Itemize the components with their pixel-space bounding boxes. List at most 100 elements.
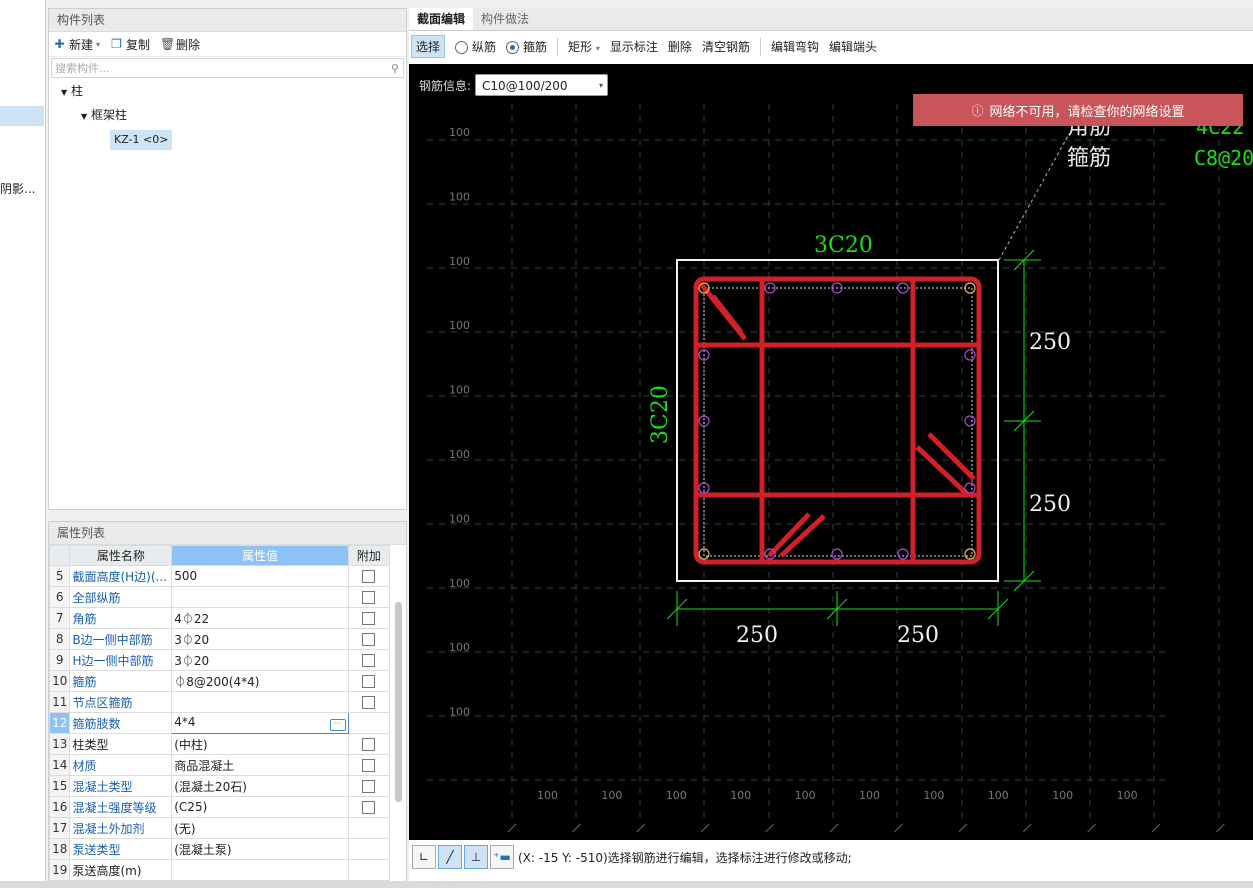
shape-dropdown[interactable]: 矩形 ▾ — [568, 38, 600, 55]
property-value[interactable]: ⏀8@200(4*4) — [171, 670, 349, 692]
attach-checkbox[interactable] — [362, 591, 376, 604]
property-row[interactable]: 19 泵送高度(m) — [48, 859, 391, 881]
property-extra-cell[interactable] — [347, 775, 391, 797]
section-drawing[interactable]: 100 100 100 100 100 100 100 100 100 100 100 100 100 1… — [409, 64, 1253, 840]
property-value[interactable]: 4⏀22 — [171, 607, 349, 629]
property-value[interactable]: 商品混凝土 — [171, 754, 349, 776]
tree-node-column[interactable]: ▼ 柱 — [49, 79, 406, 103]
collapse-arrow-icon[interactable]: ▼ — [81, 112, 87, 121]
line-mode-icon[interactable]: ╱ — [438, 845, 462, 869]
property-row[interactable]: 6 全部纵筋 — [48, 586, 391, 608]
property-row[interactable]: 13 柱类型 (中柱) — [48, 733, 391, 755]
property-row[interactable]: 7 角筋 4⏀22 — [48, 607, 391, 629]
attach-checkbox[interactable] — [362, 654, 376, 667]
property-row[interactable]: 12 箍筋肢数 4*4 ··· — [48, 712, 391, 734]
property-row[interactable]: 11 节点区箍筋 — [48, 691, 391, 713]
property-extra-cell[interactable] — [347, 565, 391, 587]
corner-rebar[interactable] — [964, 548, 976, 560]
property-value[interactable]: (混凝土泵) — [171, 838, 349, 860]
dim-right-bottom[interactable]: 250 — [1029, 492, 1071, 517]
property-extra-cell[interactable] — [347, 607, 391, 629]
left-strip-selected-item[interactable] — [0, 106, 44, 126]
hook-right[interactable] — [927, 432, 976, 481]
add-point-icon[interactable]: ⁺▬ — [490, 845, 514, 869]
attach-checkbox[interactable] — [362, 612, 376, 625]
property-extra-cell[interactable] — [347, 691, 391, 713]
middle-rebar[interactable] — [964, 349, 976, 361]
middle-rebar[interactable] — [964, 415, 976, 427]
tree-node-kz1-label[interactable]: KZ-1 <0> — [110, 130, 173, 150]
rebar-info-select[interactable]: C10@100/200 ▾ — [475, 74, 609, 96]
copy-button[interactable]: ❐ 复制 — [110, 36, 150, 53]
property-row[interactable]: 17 混凝土外加剂 (无) — [48, 817, 391, 839]
property-row[interactable]: 9 H边一侧中部筋 3⏀20 — [48, 649, 391, 671]
attach-checkbox[interactable] — [362, 675, 376, 688]
stirrup-radio[interactable]: 箍筋 — [506, 38, 547, 55]
perpendicular-mode-icon[interactable]: ⊥ — [464, 845, 488, 869]
property-value[interactable]: (混凝土20石) — [171, 775, 349, 797]
property-extra-cell[interactable] — [347, 733, 391, 755]
property-value[interactable]: (C25) — [171, 796, 349, 818]
longitudinal-radio[interactable]: 纵筋 — [455, 38, 496, 55]
top-rebar-label[interactable]: 3C20 — [814, 233, 873, 258]
left-strip-item-text[interactable]: 阴影... — [0, 180, 35, 197]
property-row[interactable]: 18 泵送类型 (混凝土泵) — [48, 838, 391, 860]
search-icon[interactable]: ⚲ — [391, 62, 403, 75]
property-extra-cell[interactable] — [347, 670, 391, 692]
property-value[interactable] — [171, 691, 349, 713]
section-drawing-canvas[interactable]: 100 100 100 100 100 100 100 100 100 100 100 100 100 1… — [409, 64, 1253, 840]
clear-rebar-button[interactable]: 清空钢筋 — [702, 38, 750, 55]
middle-rebar[interactable] — [964, 482, 976, 494]
hook-right-2[interactable] — [915, 445, 969, 496]
dim-bottom-right[interactable]: 250 — [897, 623, 939, 648]
attach-checkbox[interactable] — [362, 696, 376, 709]
property-extra-cell[interactable] — [347, 628, 391, 650]
property-row[interactable]: 16 混凝土强度等级 (C25) — [48, 796, 391, 818]
orthogonal-mode-icon[interactable]: ∟ — [412, 845, 436, 869]
select-button[interactable]: 选择 — [411, 35, 446, 58]
property-value[interactable] — [171, 586, 349, 608]
attach-checkbox[interactable] — [362, 759, 376, 772]
search-input[interactable]: 搜索构件... ⚲ — [51, 58, 404, 78]
show-dims-button[interactable]: 显示标注 — [610, 38, 658, 55]
property-scrollbar[interactable] — [395, 602, 402, 802]
property-value[interactable]: (中柱) — [171, 733, 349, 755]
delete-rebar-button[interactable]: 删除 — [668, 38, 692, 55]
dim-right-top[interactable]: 250 — [1029, 330, 1071, 355]
attach-checkbox[interactable] — [362, 570, 376, 583]
property-value[interactable]: 3⏀20 — [171, 649, 349, 671]
property-value[interactable]: 3⏀20 — [171, 628, 349, 650]
property-extra-cell[interactable] — [347, 754, 391, 776]
delete-button[interactable]: 🗑 删除 — [160, 36, 200, 53]
attach-checkbox[interactable] — [362, 801, 376, 814]
stirrups[interactable] — [693, 276, 982, 565]
property-row[interactable]: 8 B边一侧中部筋 3⏀20 — [48, 628, 391, 650]
property-value-input[interactable]: 4*4 ··· — [171, 712, 349, 734]
property-row[interactable]: 5 截面高度(H边)(... 500 — [48, 565, 391, 587]
tab-section-edit[interactable]: 截面编辑 — [409, 8, 474, 30]
middle-rebar[interactable] — [897, 282, 909, 294]
property-extra-cell[interactable] — [347, 796, 391, 818]
rebar-points[interactable] — [698, 282, 976, 560]
more-options-icon[interactable]: ··· — [329, 719, 346, 731]
property-extra-cell[interactable] — [347, 586, 391, 608]
property-row[interactable]: 14 材质 商品混凝土 — [48, 754, 391, 776]
property-value[interactable]: (无) — [171, 817, 349, 839]
edit-hook-button[interactable]: 编辑弯钩 — [771, 38, 819, 55]
property-extra-cell[interactable] — [347, 649, 391, 671]
new-button[interactable]: ✚ 新建 ▾ — [53, 36, 100, 53]
tab-component-method[interactable]: 构件做法 — [473, 8, 537, 30]
attach-checkbox[interactable] — [362, 780, 376, 793]
property-value[interactable] — [171, 859, 349, 881]
dim-bottom-left[interactable]: 250 — [736, 623, 778, 648]
attach-checkbox[interactable] — [362, 738, 376, 751]
hook-top-left-2[interactable] — [711, 294, 743, 334]
outer-stirrup[interactable] — [693, 276, 982, 565]
tree-node-frame-column[interactable]: ▼ 框架柱 — [49, 103, 406, 127]
attach-checkbox[interactable] — [362, 633, 376, 646]
tree-node-kz1[interactable]: KZ-1 <0> — [49, 127, 406, 151]
property-value[interactable]: 500 — [171, 565, 349, 587]
property-row[interactable]: 15 混凝土类型 (混凝土20石) — [48, 775, 391, 797]
middle-rebar[interactable] — [897, 548, 909, 560]
property-row[interactable]: 10 箍筋 ⏀8@200(4*4) — [48, 670, 391, 692]
